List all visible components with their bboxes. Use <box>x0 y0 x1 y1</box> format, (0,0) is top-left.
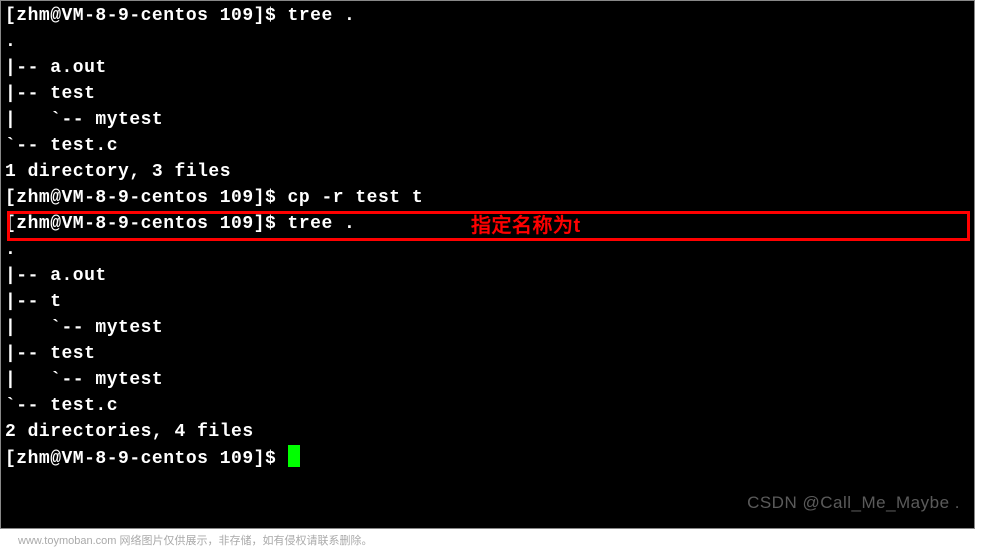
terminal-line: . <box>5 29 970 55</box>
terminal-line: . <box>5 237 970 263</box>
terminal-prompt: [zhm@VM-8-9-centos 109]$ <box>5 449 288 469</box>
annotation-text: 指定名称为t <box>471 213 581 239</box>
watermark-csdn: CSDN @Call_Me_Maybe . <box>747 490 960 516</box>
terminal-line: [zhm@VM-8-9-centos 109]$ cp -r test t <box>5 185 970 211</box>
terminal-line: | `-- mytest <box>5 107 970 133</box>
terminal-line: |-- a.out <box>5 263 970 289</box>
terminal-line: 1 directory, 3 files <box>5 159 970 185</box>
cursor-icon <box>288 445 300 467</box>
terminal-line: |-- a.out <box>5 55 970 81</box>
terminal-window[interactable]: [zhm@VM-8-9-centos 109]$ tree . . |-- a.… <box>0 0 975 529</box>
terminal-line: [zhm@VM-8-9-centos 109]$ tree . <box>5 3 970 29</box>
terminal-line: | `-- mytest <box>5 315 970 341</box>
terminal-line: |-- t <box>5 289 970 315</box>
terminal-line: | `-- mytest <box>5 367 970 393</box>
terminal-line: |-- test <box>5 81 970 107</box>
terminal-line: |-- test <box>5 341 970 367</box>
terminal-line: `-- test.c <box>5 393 970 419</box>
terminal-line: `-- test.c <box>5 133 970 159</box>
terminal-line: 2 directories, 4 files <box>5 419 970 445</box>
terminal-prompt-line[interactable]: [zhm@VM-8-9-centos 109]$ <box>5 445 970 472</box>
watermark-bottom: www.toymoban.com 网络图片仅供展示，非存储，如有侵权请联系删除。 <box>18 532 372 548</box>
